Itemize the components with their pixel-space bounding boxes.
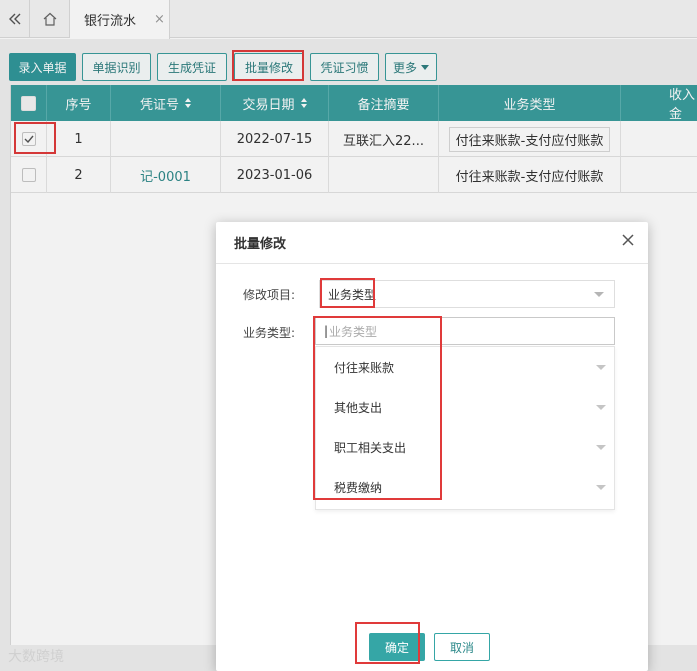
chevron-down-icon[interactable] [596,485,606,490]
chevron-down-icon[interactable] [596,405,606,410]
watermark: 大数跨境 [8,646,64,666]
business-type-dropdown: 付往来账款 其他支出 职工相关支出 税费缴纳 [315,346,615,510]
chevron-down-icon [594,292,604,297]
cancel-button[interactable]: 取消 [434,633,490,661]
chevron-down-icon[interactable] [596,445,606,450]
batch-edit-dialog: 批量修改 修改项目: 业务类型 业务类型: | 业务类型 付往来账款 其他支出 … [216,222,648,671]
dialog-divider [216,263,648,264]
modify-item-label: 修改项目: [243,288,296,302]
dialog-title: 批量修改 [234,237,287,252]
option-label: 付往来账款 [334,360,395,375]
confirm-button[interactable]: 确定 [369,633,425,661]
business-type-placeholder: 业务类型 [329,324,378,339]
business-type-label: 业务类型: [243,326,296,340]
business-type-input[interactable]: | 业务类型 [315,317,615,345]
modify-item-select[interactable]: 业务类型 [319,280,615,308]
dropdown-option[interactable]: 税费缴纳 [316,467,614,507]
modify-item-value: 业务类型 [328,287,377,302]
dropdown-option[interactable]: 其他支出 [316,387,614,427]
dropdown-option[interactable]: 职工相关支出 [316,427,614,467]
option-label: 其他支出 [334,400,383,415]
chevron-down-icon[interactable] [596,365,606,370]
option-label: 职工相关支出 [334,440,407,455]
text-cursor: | [324,324,329,338]
close-icon[interactable] [622,230,634,251]
option-label: 税费缴纳 [334,480,383,495]
watermark-text: 大数跨境 [8,649,64,665]
dropdown-option[interactable]: 付往来账款 [316,347,614,387]
